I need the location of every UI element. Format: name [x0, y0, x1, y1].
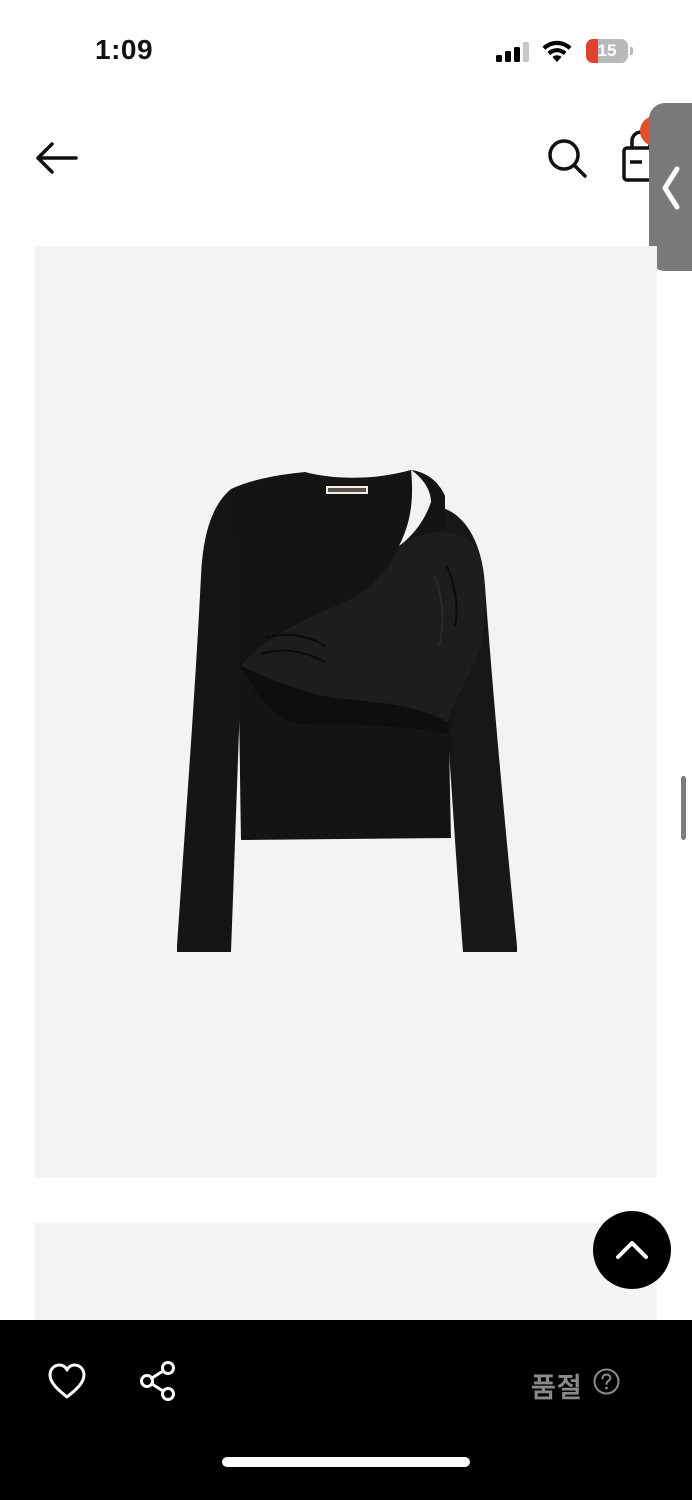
heart-icon[interactable]: [47, 1362, 87, 1402]
question-circle-icon[interactable]: [593, 1368, 620, 1395]
cellular-signal-icon: [496, 42, 529, 62]
bottom-action-bar: 품절: [0, 1320, 692, 1500]
scroll-to-top-button[interactable]: [593, 1211, 671, 1289]
scroll-indicator: [681, 776, 686, 840]
status-time: 1:09: [95, 34, 154, 65]
wifi-icon: [542, 40, 572, 62]
product-image[interactable]: [35, 246, 657, 1178]
chevron-up-icon: [616, 1241, 648, 1259]
chevron-left-icon: [662, 166, 680, 210]
arrow-left-icon[interactable]: [32, 138, 80, 178]
search-icon[interactable]: [543, 134, 591, 182]
home-indicator: [222, 1457, 470, 1467]
share-icon[interactable]: [138, 1360, 178, 1402]
sold-out-label: 품절: [531, 1373, 583, 1403]
battery-level: 15: [597, 41, 617, 60]
battery-indicator: 15: [586, 39, 634, 64]
top-nav: [0, 110, 692, 210]
product-garment-illustration: [177, 470, 517, 952]
status-bar: 1:09 15: [0, 0, 692, 100]
product-image-secondary[interactable]: [35, 1223, 657, 1323]
